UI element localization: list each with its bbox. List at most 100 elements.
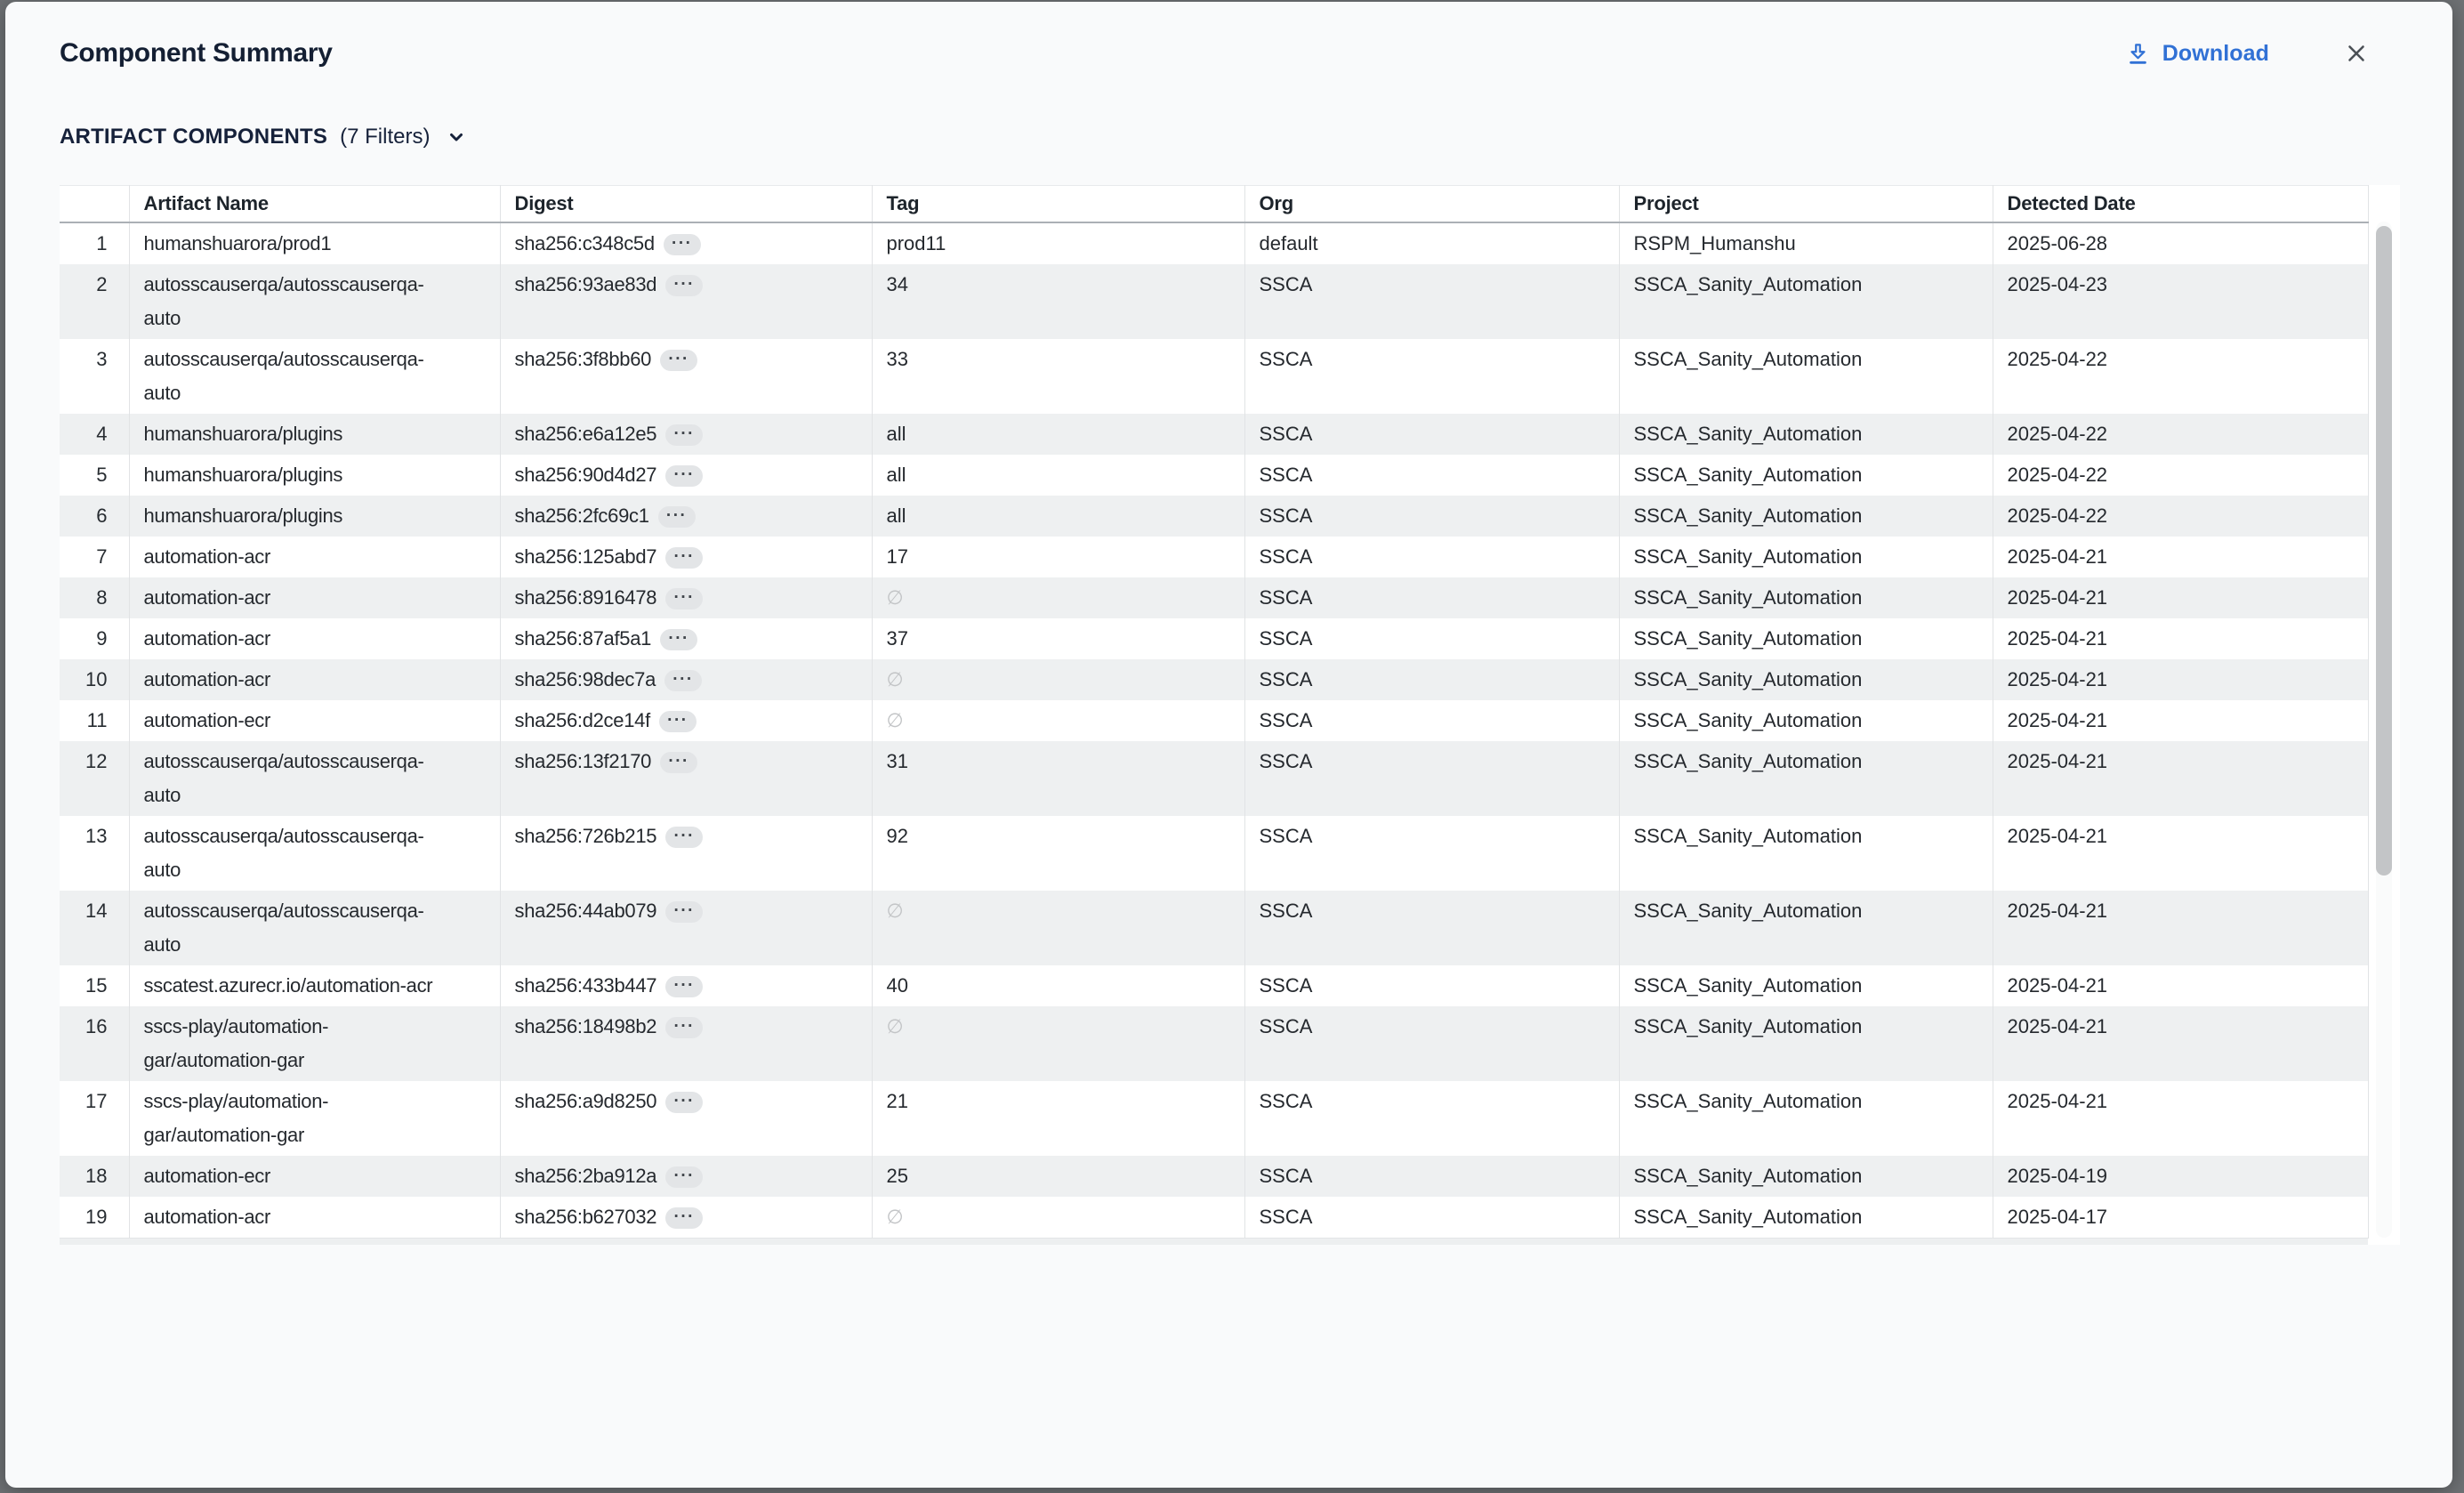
tag-cell: all <box>872 414 1244 455</box>
org-cell: SSCA <box>1244 741 1619 816</box>
table-row: 8 automation-acr sha256:8916478··· ∅ SSC… <box>60 577 2368 618</box>
artifact-name-cell: autosscauserqa/autosscauserqa-auto <box>129 816 500 891</box>
digest-cell: sha256:93ae83d··· <box>500 264 872 339</box>
digest-value: sha256:13f2170 <box>515 750 652 772</box>
artifact-name-cell: automation-ecr <box>129 700 500 741</box>
table-row: 9 automation-acr sha256:87af5a1··· 37 SS… <box>60 618 2368 659</box>
detected-date-cell: 2025-06-28 <box>1993 222 2368 264</box>
digest-value: sha256:125abd7 <box>515 545 657 568</box>
tag-cell: ∅ <box>872 1197 1244 1239</box>
digest-expand-button[interactable]: ··· <box>665 547 703 569</box>
digest-expand-button[interactable]: ··· <box>660 350 697 371</box>
table-row: 18 automation-ecr sha256:2ba912a··· 25 S… <box>60 1156 2368 1197</box>
detected-date-cell: 2025-04-21 <box>1993 965 2368 1006</box>
detected-date-cell: 2025-04-21 <box>1993 741 2368 816</box>
detected-date-cell: 2025-04-21 <box>1993 1006 2368 1081</box>
org-cell: SSCA <box>1244 537 1619 577</box>
org-cell: SSCA <box>1244 618 1619 659</box>
org-cell: SSCA <box>1244 339 1619 414</box>
tag-cell: 37 <box>872 618 1244 659</box>
table-row: 19 automation-acr sha256:b627032··· ∅ SS… <box>60 1197 2368 1239</box>
row-number: 18 <box>60 1156 129 1197</box>
digest-cell: sha256:90d4d27 ··· <box>500 455 872 496</box>
tag-cell: 34 <box>872 264 1244 339</box>
row-number: 6 <box>60 496 129 537</box>
column-header-tag: Tag <box>872 186 1244 223</box>
empty-tag-icon: ∅ <box>887 709 904 731</box>
project-cell: SSCA_Sanity_Automation <box>1619 496 1993 537</box>
digest-expand-button[interactable]: ··· <box>665 827 703 848</box>
section-title: ARTIFACT COMPONENTS <box>60 125 327 149</box>
vertical-scrollbar-thumb[interactable] <box>2376 226 2392 876</box>
project-cell: RSPM_Humanshu <box>1619 222 1993 264</box>
digest-expand-button[interactable]: ··· <box>664 234 701 255</box>
download-icon <box>2126 42 2150 66</box>
digest-expand-button[interactable]: ··· <box>665 275 703 296</box>
row-number: 12 <box>60 741 129 816</box>
row-number: 5 <box>60 455 129 496</box>
detected-date-cell: 2025-04-21 <box>1993 618 2368 659</box>
artifact-name-cell: autosscauserqa/autosscauserqa-auto <box>129 264 500 339</box>
digest-cell: sha256:d2ce14f··· <box>500 700 872 741</box>
digest-cell: sha256:433b447··· <box>500 965 872 1006</box>
horizontal-scrollbar[interactable] <box>60 1239 2368 1245</box>
org-cell: SSCA <box>1244 965 1619 1006</box>
digest-expand-button[interactable]: ··· <box>665 1166 703 1188</box>
org-cell: default <box>1244 222 1619 264</box>
detected-date-cell: 2025-04-22 <box>1993 496 2368 537</box>
digest-expand-button[interactable]: ··· <box>665 976 703 997</box>
close-button[interactable] <box>2339 36 2374 71</box>
detected-date-cell: 2025-04-19 <box>1993 1156 2368 1197</box>
digest-cell: sha256:87af5a1··· <box>500 618 872 659</box>
digest-cell: sha256:2fc69c1··· <box>500 496 872 537</box>
digest-expand-button[interactable]: ··· <box>658 506 696 528</box>
tag-cell: 33 <box>872 339 1244 414</box>
tag-cell: 25 <box>872 1156 1244 1197</box>
org-cell: SSCA <box>1244 891 1619 965</box>
download-button[interactable]: Download <box>2121 40 2275 68</box>
digest-expand-button[interactable]: ··· <box>664 670 702 691</box>
row-number: 14 <box>60 891 129 965</box>
artifact-name-cell: automation-acr <box>129 659 500 700</box>
filters-count-label[interactable]: (7 Filters) <box>340 125 430 149</box>
tag-cell: ∅ <box>872 577 1244 618</box>
table-row: 11 automation-ecr sha256:d2ce14f··· ∅ SS… <box>60 700 2368 741</box>
empty-tag-icon: ∅ <box>887 586 904 609</box>
table-row: 6 humanshuarora/plugins sha256:2fc69c1··… <box>60 496 2368 537</box>
project-cell: SSCA_Sanity_Automation <box>1619 577 1993 618</box>
digest-value: sha256:90d4d27 <box>515 464 657 486</box>
digest-cell: sha256:44ab079··· <box>500 891 872 965</box>
digest-expand-button[interactable]: ··· <box>665 424 703 446</box>
digest-value: sha256:e6a12e5 <box>515 423 657 445</box>
digest-expand-button[interactable]: ··· <box>665 901 703 923</box>
tag-cell: 21 <box>872 1081 1244 1156</box>
project-cell: SSCA_Sanity_Automation <box>1619 965 1993 1006</box>
digest-expand-button[interactable]: ··· <box>665 465 703 487</box>
digest-cell: sha256:2ba912a··· <box>500 1156 872 1197</box>
table-row: 16 sscs-play/automation-gar/automation-g… <box>60 1006 2368 1081</box>
artifact-name-cell: autosscauserqa/autosscauserqa-auto <box>129 339 500 414</box>
digest-expand-button[interactable]: ··· <box>660 629 697 650</box>
artifact-name-cell: sscatest.azurecr.io/automation-acr <box>129 965 500 1006</box>
digest-cell: sha256:8916478··· <box>500 577 872 618</box>
digest-expand-button[interactable]: ··· <box>659 711 697 732</box>
tag-cell: all <box>872 455 1244 496</box>
detected-date-cell: 2025-04-23 <box>1993 264 2368 339</box>
chevron-down-icon <box>446 126 467 148</box>
digest-expand-button[interactable]: ··· <box>660 752 697 773</box>
section-collapse-toggle[interactable] <box>446 126 467 148</box>
digest-expand-button[interactable]: ··· <box>665 1207 703 1229</box>
table-row: 17 sscs-play/automation-gar/automation-g… <box>60 1081 2368 1156</box>
artifact-name-cell: humanshuarora/prod1 <box>129 222 500 264</box>
modal-header: Component Summary Download <box>5 2 2452 71</box>
project-cell: SSCA_Sanity_Automation <box>1619 891 1993 965</box>
digest-expand-button[interactable]: ··· <box>665 1017 703 1038</box>
empty-tag-icon: ∅ <box>887 1015 904 1037</box>
empty-tag-icon: ∅ <box>887 668 904 690</box>
detected-date-cell: 2025-04-22 <box>1993 414 2368 455</box>
digest-expand-button[interactable]: ··· <box>665 1092 703 1113</box>
detected-date-cell: 2025-04-21 <box>1993 816 2368 891</box>
digest-value: sha256:726b215 <box>515 825 657 847</box>
digest-expand-button[interactable]: ··· <box>665 588 703 609</box>
detected-date-cell: 2025-04-21 <box>1993 659 2368 700</box>
